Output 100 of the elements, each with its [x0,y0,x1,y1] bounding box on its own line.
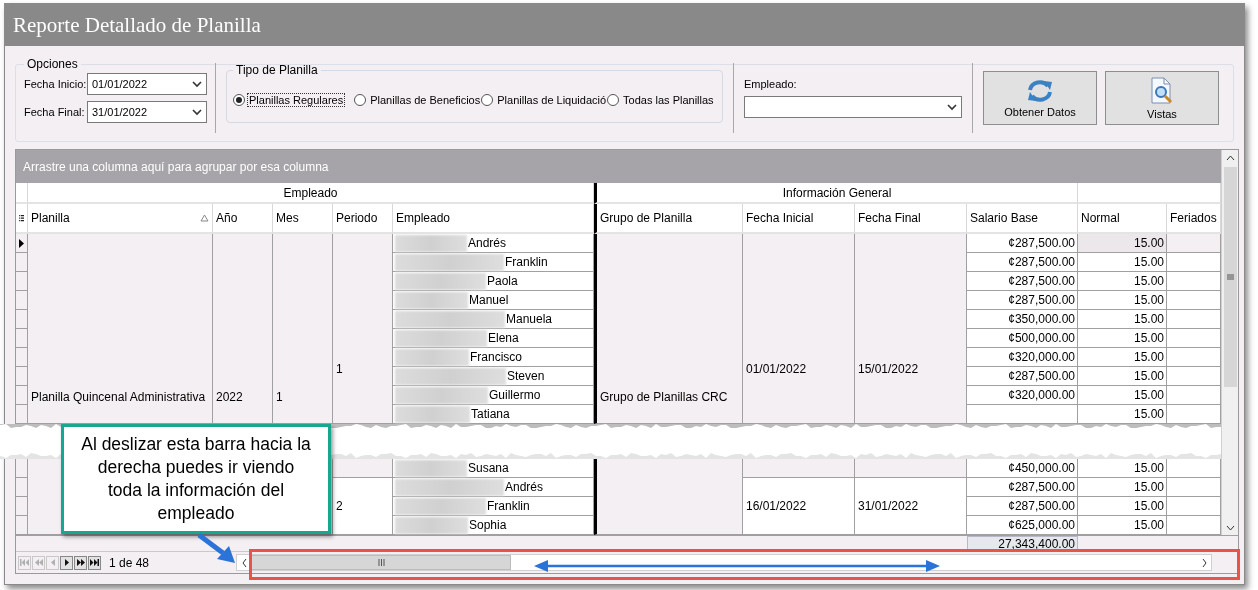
table-cell: 15.00 [1078,272,1167,291]
table-cell: 15.00 [1078,367,1167,386]
column-header[interactable]: Grupo de Planilla [594,204,743,234]
field-label: Empleado: [744,78,798,90]
callout-text: Al deslizar esta barra hacia la derecha puedes ir viendo toda la información del empleado [80,433,312,525]
table-cell [1167,234,1221,253]
date-picker[interactable]: 31/01/2022 [87,101,207,123]
merged-cell: Grupo de Planillas CRC [594,234,743,424]
field-label: Fecha Inicio: [24,78,84,90]
table-cell: 15.00 [1078,516,1167,535]
table-cell [1167,310,1221,329]
radio-option[interactable]: Todas las Planillas [607,93,715,106]
table-cell: 15.00 [1078,478,1167,497]
employee-name: Elena [488,331,519,345]
table-cell: ¢320,000.00 [967,386,1078,405]
double-right-icon [76,559,85,566]
radio-option[interactable]: Planillas de Beneficios [354,93,482,106]
column-header[interactable]: Fecha Final [855,204,967,234]
list-icon [19,213,24,223]
employee-name: Manuel [469,293,509,307]
column-header[interactable]: Planilla [28,204,213,234]
column-header[interactable]: Periodo [333,204,393,234]
employee-name: Paola [487,274,518,288]
merged-cell: 2022 [213,234,273,424]
vertical-scrollbar[interactable] [1221,150,1238,535]
next-button[interactable] [60,555,73,570]
radio-option[interactable]: Planillas de Liquidació [481,93,608,106]
table-cell: ¢287,500.00 [967,272,1078,291]
employee-name: Steven [507,369,545,383]
table-cell: ¢287,500.00 [967,367,1078,386]
radio-button[interactable] [481,93,494,106]
column-header[interactable]: Año [213,204,273,234]
table-cell: 15.00 [1078,348,1167,367]
merged-cell: 1 [333,234,393,424]
radio-button[interactable] [607,93,620,106]
window-title: Reporte Detallado de Planilla [13,12,261,38]
fetch-data-button[interactable]: Obtener Datos [983,71,1097,125]
header-cell [16,183,28,204]
chevron-left-icon [241,558,247,567]
chevron-down-icon [192,80,202,88]
table-cell: 15.00 [1078,329,1167,348]
date-picker[interactable]: 01/01/2022 [87,73,207,95]
views-button[interactable]: Vistas [1105,71,1219,125]
employee-name: Andrés [505,480,544,494]
table-cell: ¢450,000.00 [967,459,1078,478]
column-header[interactable]: Normal [1078,204,1167,234]
double-left-icon [34,559,43,566]
left-triangle-icon [50,559,55,566]
employee-dropdown[interactable] [744,96,962,118]
chevron-up-icon [1225,155,1235,161]
table-cell [1167,348,1221,367]
employee-name: Franklin [505,255,548,269]
table-cell [1167,367,1221,386]
last-page-button[interactable] [88,555,101,570]
skip-first-icon [20,559,29,566]
merged-cell: 16/01/2022 [743,478,855,535]
page-indicator: 1 de 48 [109,555,150,570]
merged-cell: Planilla Quincenal Administrativa [28,234,213,424]
column-header[interactable]: Fecha Inicial [743,204,855,234]
group-label: Opciones [26,57,79,71]
employee-name: Susana [468,461,509,475]
radio-option[interactable]: Planillas Regulares [233,93,345,106]
radio-button[interactable] [233,93,245,106]
scrollbar-thumb[interactable] [251,555,512,570]
column-header[interactable]: Salario Base [967,204,1078,234]
column-header[interactable]: Feriados [1167,204,1221,234]
chevron-down-icon [192,108,202,116]
chevron-down-icon [947,103,957,111]
table-cell: ¢500,000.00 [967,329,1078,348]
scrollbar-thumb[interactable] [1223,167,1237,387]
merged-cell: 15/01/2022 [855,234,967,424]
radio-button[interactable] [354,93,367,106]
table-cell: 15.00 [1078,234,1167,253]
table-cell: 15.00 [1078,386,1167,405]
field-label: Fecha Final: [24,106,84,118]
refresh-icon [1025,78,1055,103]
table-cell: ¢625,000.00 [967,516,1078,535]
table-cell [1167,329,1221,348]
next-page-button[interactable] [74,555,87,570]
employee-name: Francisco [470,350,522,364]
column-chooser[interactable] [16,204,28,234]
employee-name: Franklin [487,499,530,513]
horizontal-scrollbar[interactable] [236,554,1213,571]
employee-name: Guillermo [489,388,541,402]
table-cell: 15.00 [1078,253,1167,272]
table-cell [1167,272,1221,291]
column-header[interactable]: Mes [273,204,333,234]
chevron-down-icon [1225,525,1235,531]
table-cell [1167,291,1221,310]
column-header[interactable]: Empleado [393,204,594,234]
merged-cell: 31/01/2022 [855,478,967,535]
table-cell: 15.00 [1078,459,1167,478]
table-cell [1167,478,1221,497]
table-cell [1167,497,1221,516]
pointer-arrow [197,533,237,565]
employee-name: Manuela [506,312,553,326]
employee-name: Sophia [469,518,507,532]
table-cell: ¢287,500.00 [967,253,1078,272]
row-indicator[interactable] [16,234,28,253]
grip-icon [1226,274,1234,280]
